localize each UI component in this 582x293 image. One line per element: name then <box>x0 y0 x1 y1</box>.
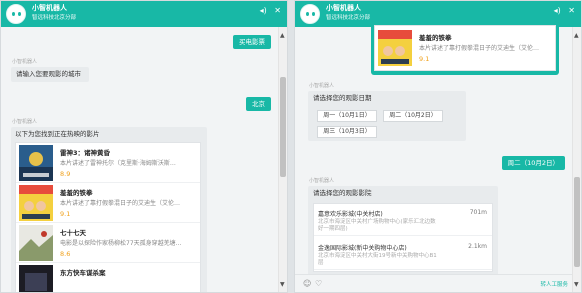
date-option-wed[interactable]: 周三（10月3日） <box>317 126 377 138</box>
scroll-thumb[interactable] <box>574 177 580 267</box>
cinema-item[interactable]: 金逸国际影城(新中关购物中心店) 2.1km 北京市海淀区中关村大街19号新中关… <box>314 238 492 270</box>
scrollbar[interactable]: ▲ ▼ <box>278 27 287 292</box>
movie-description: 本片讲述了靠打假拳混日子的艾迪生（艾伦… <box>419 45 540 52</box>
speaker-icon[interactable]: ◂) <box>260 6 267 15</box>
user-message: 买电影票 <box>233 35 271 49</box>
movie-item[interactable]: 羞羞的铁拳 本片讲述了靠打假拳混日子的艾迪生（艾伦… 9.1 <box>16 183 200 223</box>
bot-name: 小智机器人 <box>326 4 361 12</box>
movie-score: 8.6 <box>60 250 71 258</box>
scroll-thumb[interactable] <box>280 77 286 177</box>
bot-label: 小智机器人 <box>309 178 335 184</box>
cinema-name: 金逸国际影城(新中关购物中心店) <box>318 245 407 252</box>
movie-title: 东方快车谋杀案 <box>60 269 106 277</box>
movie-item[interactable]: 七十七天 电影是以探险作家杨柳松77天孤身穿越羌塘… 8.6 <box>16 223 200 263</box>
date-prompt: 请选择您的观影日期 <box>313 94 372 102</box>
movie-item[interactable]: 雷神3：诸神黄昏 本片讲述了雷神托尔（克里斯·海姆斯沃斯… 8.9 <box>16 143 200 183</box>
movie-description: 本片讲述了靠打假拳混日子的艾迪生（艾伦… <box>60 200 181 207</box>
emoji-icon[interactable]: ☺ <box>303 279 311 288</box>
movie-title: 雷神3：诸神黄昏 <box>60 149 111 157</box>
date-option-tue[interactable]: 周二（10月2日） <box>383 110 443 122</box>
movie-poster <box>19 145 53 181</box>
close-icon[interactable]: ✕ <box>274 6 281 15</box>
bot-name: 小智机器人 <box>32 4 67 12</box>
bot-subtitle: 智远科技北京分部 <box>326 15 371 21</box>
movie-item[interactable]: 羞羞的铁拳 本片讲述了靠打假拳混日子的艾迪生（艾伦… 9.1 <box>375 28 555 68</box>
chat-window-left: 小智机器人 智远科技北京分部 ◂) ✕ 买电影票 小智机器人 请输入您要观影的城… <box>0 0 288 293</box>
user-message: 周二（10月2日） <box>501 156 565 170</box>
cinema-name: 嘉意欢乐影城(中关村店) <box>318 211 383 218</box>
bot-message: 请输入您要观影的城市 <box>11 67 89 82</box>
bot-label: 小智机器人 <box>12 119 38 125</box>
bot-label: 小智机器人 <box>309 83 335 89</box>
scroll-down-icon[interactable]: ▼ <box>574 281 579 288</box>
human-service-link[interactable]: 转人工服务 <box>540 280 568 288</box>
speaker-icon[interactable]: ◂) <box>554 6 561 15</box>
movie-title: 羞羞的铁拳 <box>60 189 93 197</box>
selected-movie-card[interactable]: 羞羞的铁拳 本片讲述了靠打假拳混日子的艾迪生（艾伦… 9.1 <box>374 25 556 71</box>
movie-poster <box>19 225 53 261</box>
movie-title: 羞羞的铁拳 <box>419 34 452 42</box>
chat-window-right: 小智机器人 智远科技北京分部 ◂) ✕ 羞羞的铁拳 本片讲述了靠打假拳混日子的艾… <box>294 0 582 293</box>
cinema-list: 嘉意欢乐影城(中关村店) 701m 北京市海淀区中关村广场购物中心(家乐汇北边数… <box>313 203 493 272</box>
bot-label: 小智机器人 <box>12 59 38 65</box>
cinema-distance: 2.1km <box>468 243 487 250</box>
scroll-down-icon[interactable]: ▼ <box>280 281 285 288</box>
cinema-address: 北京市海淀区中关村广场购物中心(家乐汇北边数好一期四层) <box>318 219 436 232</box>
movie-title: 七十七天 <box>60 229 86 237</box>
close-icon[interactable]: ✕ <box>568 6 575 15</box>
movie-description: 本片讲述了雷神托尔（克里斯·海姆斯沃斯… <box>60 160 176 167</box>
heart-icon[interactable]: ♡ <box>315 279 322 288</box>
user-message: 北京 <box>246 97 271 111</box>
chat-header: 小智机器人 智远科技北京分部 ◂) ✕ <box>1 1 287 27</box>
movie-poster <box>378 30 412 66</box>
scrollbar[interactable]: ▲ ▼ <box>572 27 581 292</box>
date-option-mon[interactable]: 周一（10月1日） <box>317 110 377 122</box>
movie-score: 9.1 <box>419 55 430 63</box>
robot-avatar <box>6 4 26 24</box>
cinema-address: 北京市海淀区中关村大街19号新中关购物中心B1层 <box>318 253 437 266</box>
movie-score: 8.9 <box>60 170 71 178</box>
cinema-distance: 701m <box>469 209 487 216</box>
movies-intro: 以下为您找到正在热映的影片 <box>15 130 100 138</box>
movie-description: 电影是以探险作家杨柳松77天孤身穿越羌塘… <box>60 240 182 247</box>
scroll-up-icon[interactable]: ▲ <box>574 32 579 39</box>
chat-footer: ☺ ♡ 转人工服务 <box>295 274 574 292</box>
movie-item[interactable]: 东方快车谋杀案 <box>16 263 200 292</box>
movie-poster <box>19 265 53 292</box>
robot-avatar <box>300 4 320 24</box>
movie-list: 雷神3：诸神黄昏 本片讲述了雷神托尔（克里斯·海姆斯沃斯… 8.9 羞羞的铁拳 … <box>15 142 201 292</box>
cinema-prompt: 请选择您的观影影院 <box>313 189 372 197</box>
scroll-up-icon[interactable]: ▲ <box>280 32 285 39</box>
cinema-item[interactable]: 嘉意欢乐影城(中关村店) 701m 北京市海淀区中关村广场购物中心(家乐汇北边数… <box>314 204 492 236</box>
movie-poster <box>19 185 53 221</box>
movie-score: 9.1 <box>60 210 71 218</box>
bot-subtitle: 智远科技北京分部 <box>32 15 77 21</box>
chat-header: 小智机器人 智远科技北京分部 ◂) ✕ <box>295 1 581 27</box>
